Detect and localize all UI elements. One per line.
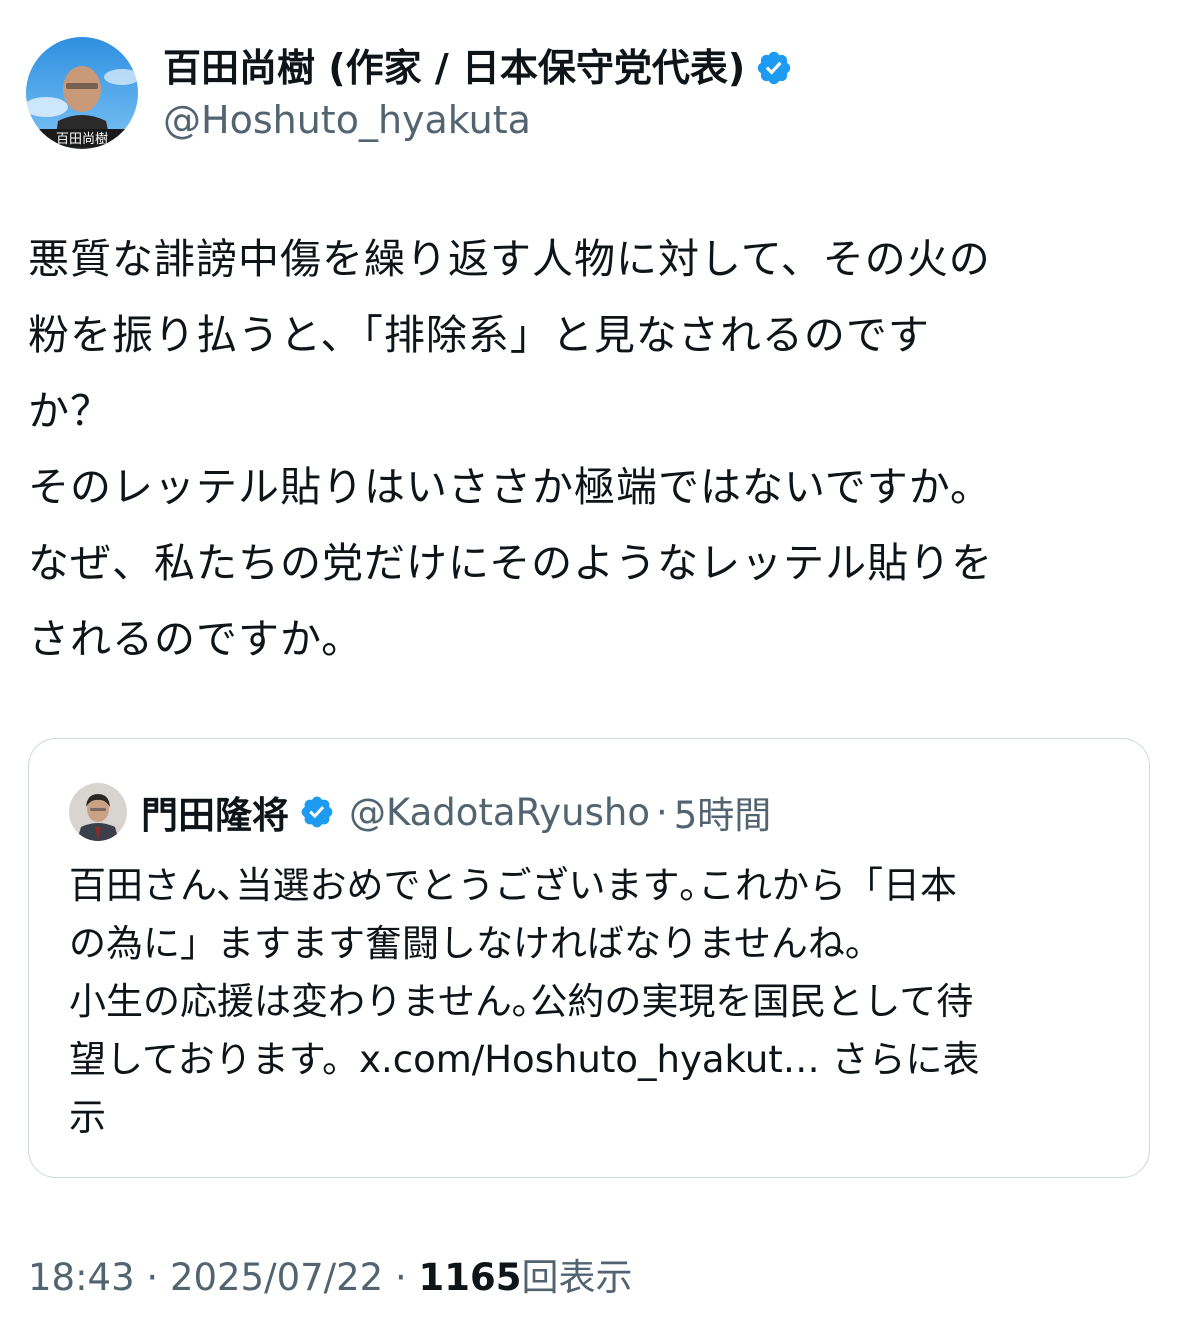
quoted-line: の為に」ますます奮闘しなければなりませんね。: [69, 922, 882, 965]
show-more-link[interactable]: さらに表: [820, 1038, 980, 1081]
meta-separator: ·: [134, 1256, 170, 1299]
tweet-line: 悪質な誹謗中傷を繰り返す人物に対して、その火の: [28, 235, 991, 283]
view-count-label: 回表示: [521, 1256, 633, 1299]
verified-badge-icon: [301, 796, 333, 828]
quoted-timestamp[interactable]: 5時間: [674, 785, 772, 839]
quoted-author-display-name[interactable]: 門田隆将: [141, 785, 289, 839]
author-handle[interactable]: @Hoshuto_hyakuta: [163, 94, 531, 146]
quoted-author-avatar[interactable]: [69, 783, 127, 841]
author-avatar[interactable]: 百田尚樹: [26, 37, 138, 149]
quoted-line: 百田さん､当選おめでとうございます｡これから「日本: [69, 864, 957, 907]
quoted-separator: ·: [656, 790, 668, 834]
author-avatar-image: 百田尚樹: [26, 37, 138, 149]
show-more-link-continued[interactable]: 示: [69, 1089, 980, 1147]
tweet-text: 悪質な誹謗中傷を繰り返す人物に対して、その火の 粉を振り払うと、「排除系」と見な…: [28, 221, 1138, 677]
verified-badge-icon: [758, 51, 791, 85]
tweet-date[interactable]: 2025/07/22: [170, 1256, 383, 1299]
author-display-name: 百田尚樹 (作家 / 日本保守党代表): [163, 46, 746, 90]
quoted-author-handle[interactable]: @KadotaRyusho: [349, 791, 650, 834]
quoted-link[interactable]: x.com/Hoshuto_hyakut…: [359, 1038, 820, 1081]
quoted-author-avatar-image: [69, 783, 127, 841]
quoted-tweet-header: 門田隆将 @KadotaRyusho · 5時間: [69, 783, 771, 841]
quoted-tweet-text: 百田さん､当選おめでとうございます｡これから「日本 の為に」ますます奮闘しなけれ…: [69, 857, 980, 1147]
tweet-detail: 百田尚樹 百田尚樹 (作家 / 日本保守党代表) @Hoshuto_hyakut…: [0, 0, 1179, 1326]
quoted-line-with-link: 望しております。x.com/Hoshuto_hyakut… さらに表: [69, 1031, 980, 1089]
view-count: 1165: [418, 1256, 522, 1299]
quoted-line-prefix: 望しております。: [69, 1038, 360, 1081]
quoted-tweet-card[interactable]: 門田隆将 @KadotaRyusho · 5時間 百田さん､当選おめでとうござい…: [28, 738, 1150, 1178]
tweet-line: 粉を振り払うと、「排除系」と見なされるのです: [28, 311, 930, 359]
tweet-line: か？: [28, 387, 112, 435]
avatar-caption: 百田尚樹: [56, 132, 108, 147]
quoted-line: 小生の応援は変わりません｡公約の実現を国民として待: [69, 980, 974, 1023]
tweet-time[interactable]: 18:43: [28, 1256, 135, 1299]
author-display-name-row[interactable]: 百田尚樹 (作家 / 日本保守党代表): [163, 42, 793, 94]
tweet-line: されるのですか。: [28, 615, 364, 663]
tweet-line: そのレッテル貼りはいささか極端ではないですか。: [28, 463, 992, 511]
tweet-line: なぜ、私たちの党だけにそのようなレッテル貼りを: [28, 539, 994, 587]
meta-separator: ·: [383, 1256, 419, 1299]
tweet-metadata: 18:43 · 2025/07/22 · 1165回表示: [28, 1252, 632, 1304]
